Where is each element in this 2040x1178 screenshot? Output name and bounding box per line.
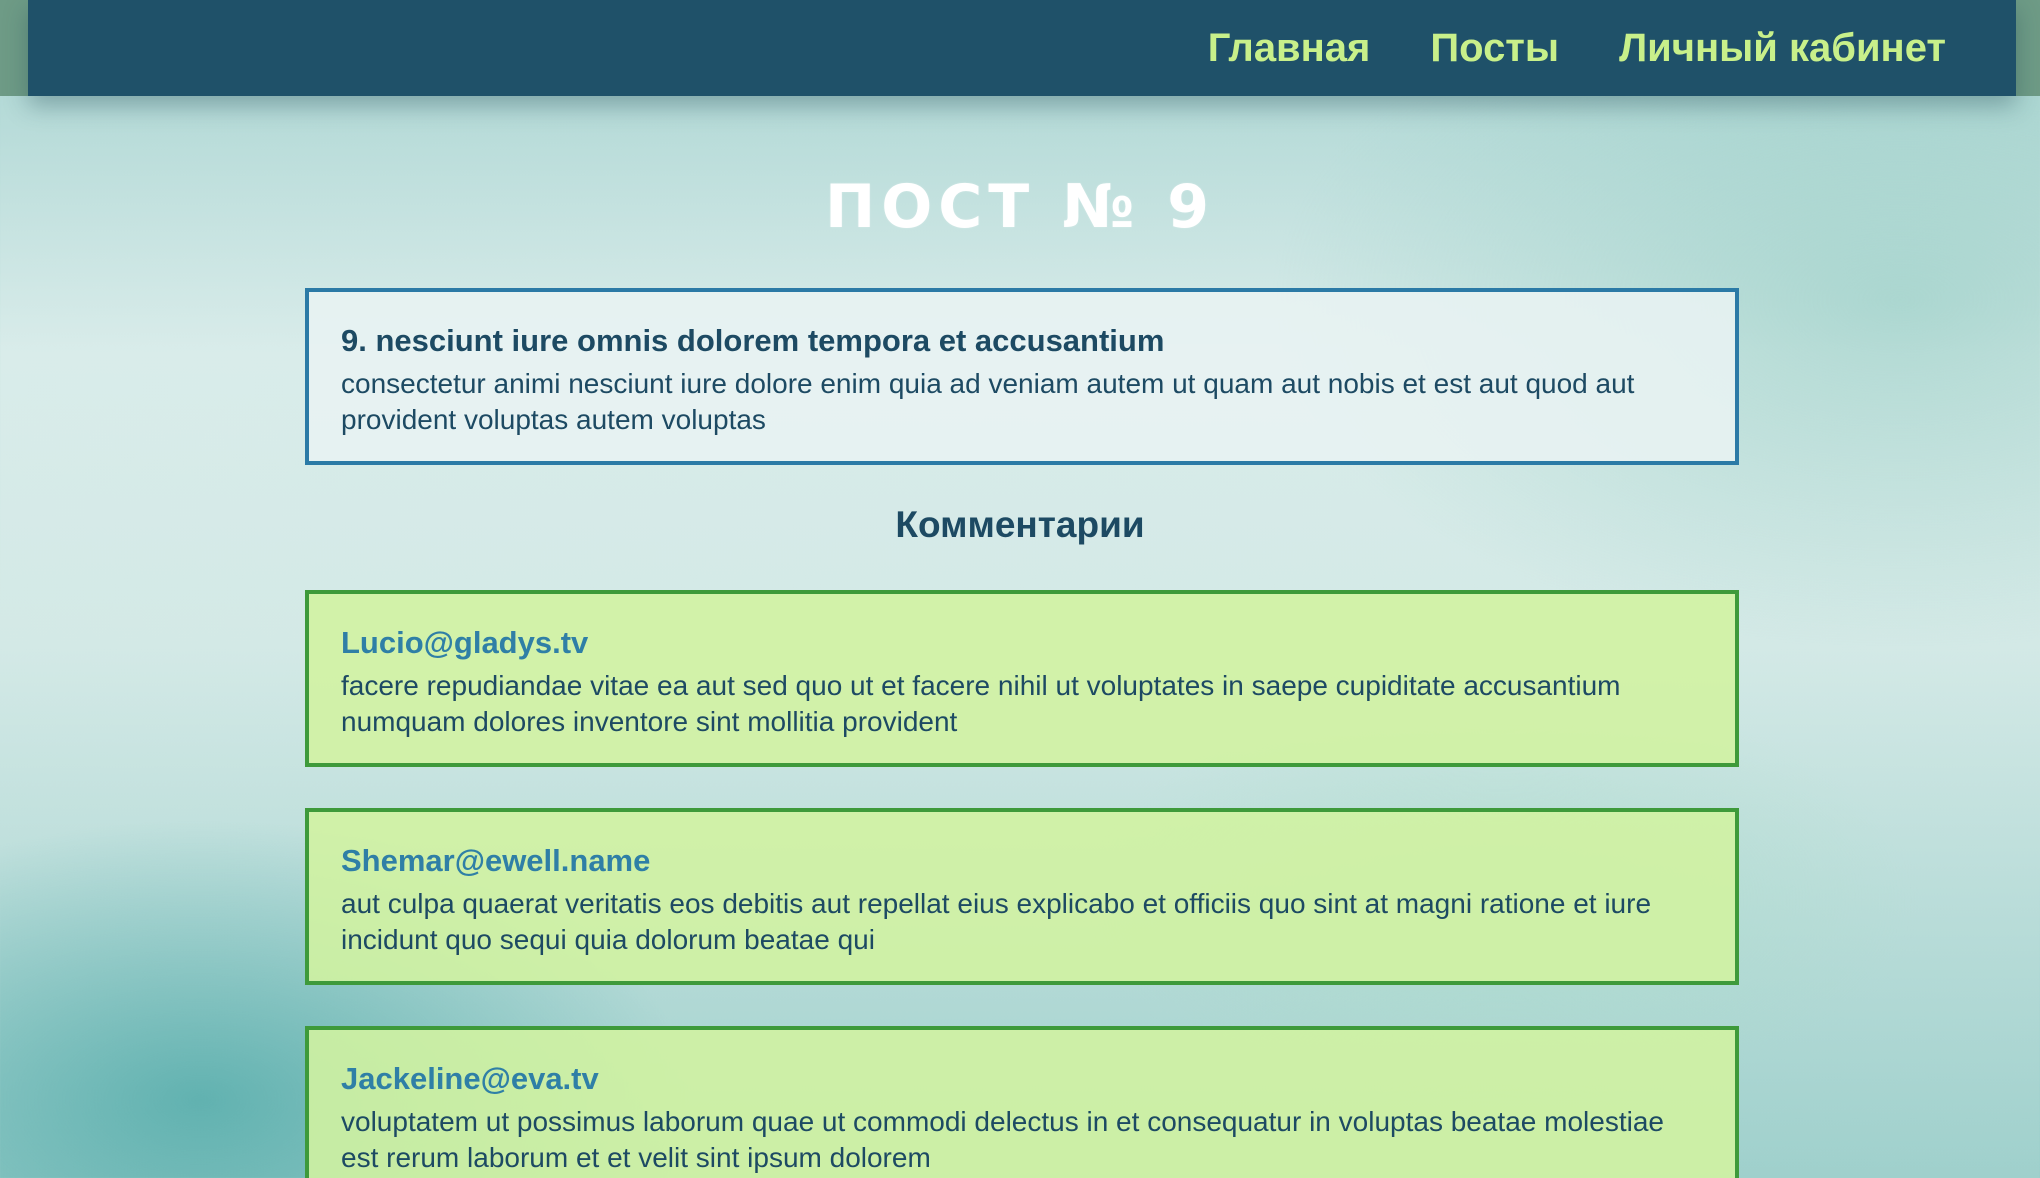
comments-heading: Комментарии: [895, 504, 1145, 545]
comment-card: Shemar@ewell.name aut culpa quaerat veri…: [305, 808, 1739, 985]
comment-email: Jackeline@eva.tv: [341, 1061, 599, 1096]
post-body: consectetur animi nesciunt iure dolore e…: [341, 368, 1635, 435]
nav-link-posts[interactable]: Посты: [1430, 26, 1559, 71]
comment-body: aut culpa quaerat veritatis eos debitis …: [341, 888, 1652, 955]
comment-card: Jackeline@eva.tv voluptatem ut possimus …: [305, 1026, 1739, 1178]
comment-card: Lucio@gladys.tv facere repudiandae vitae…: [305, 590, 1739, 767]
post-card: 9. nesciunt iure omnis dolorem tempora e…: [305, 288, 1739, 465]
nav-link-home[interactable]: Главная: [1208, 26, 1371, 71]
comment-email: Lucio@gladys.tv: [341, 625, 589, 660]
comment-body: facere repudiandae vitae ea aut sed quo …: [341, 670, 1621, 737]
background-edge-left: [0, 0, 28, 96]
background-edge-right: [2016, 0, 2040, 96]
comment-email: Shemar@ewell.name: [341, 843, 651, 878]
post-title: 9. nesciunt iure omnis dolorem tempora e…: [341, 323, 1165, 358]
page-title: ПОСТ № 9: [825, 172, 1215, 242]
comment-body: voluptatem ut possimus laborum quae ut c…: [341, 1106, 1664, 1173]
top-navbar: Главная Посты Личный кабинет: [28, 0, 2016, 96]
nav-link-account[interactable]: Личный кабинет: [1619, 26, 1946, 71]
